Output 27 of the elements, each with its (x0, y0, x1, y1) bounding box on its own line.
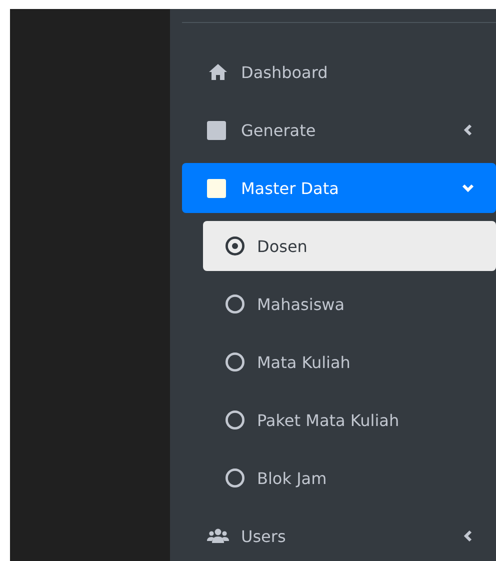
home-icon (207, 63, 229, 81)
users-icon (207, 528, 229, 544)
nav-label: Paket Mata Kuliah (257, 410, 400, 430)
nav-label: Dosen (257, 236, 308, 256)
nav-item[interactable]: Master Data (182, 163, 496, 213)
nav-label: Dashboard (241, 62, 328, 82)
nav-item[interactable]: Generate (182, 105, 496, 155)
square-icon (207, 178, 226, 198)
circle-icon (225, 468, 245, 488)
nav-label: Blok Jam (257, 468, 327, 488)
nav-label: Mahasiswa (257, 294, 345, 314)
nav-subitem[interactable]: Dosen (203, 221, 496, 271)
nav-subitem[interactable]: Mahasiswa (203, 279, 496, 329)
circle-icon (225, 294, 245, 314)
nav-item[interactable]: Users (182, 511, 496, 561)
nav-label: Generate (241, 120, 316, 140)
square-icon (207, 120, 226, 140)
nav-subitem[interactable]: Blok Jam (203, 453, 496, 503)
nav-subitem[interactable]: Mata Kuliah (203, 337, 496, 387)
dot-circle-icon (225, 236, 245, 256)
nav-label: Master Data (241, 178, 339, 198)
nav-label: Mata Kuliah (257, 352, 350, 372)
circle-icon (225, 352, 245, 372)
nav-label: Users (241, 526, 286, 546)
nav-item[interactable]: Dashboard (182, 47, 496, 97)
nav-subitem[interactable]: Paket Mata Kuliah (203, 395, 496, 445)
circle-icon (225, 410, 245, 430)
